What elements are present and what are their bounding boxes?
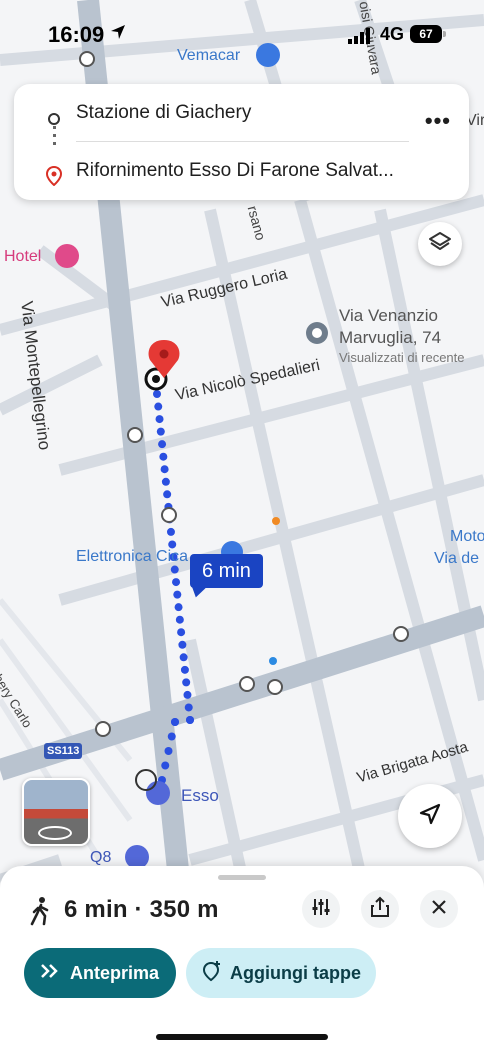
- add-stop-icon: [202, 960, 222, 987]
- route-card: Stazione di Giachery ••• Rifornimento Es…: [14, 84, 469, 249]
- route-dot: [166, 527, 175, 536]
- route-dot: [158, 440, 167, 449]
- route-dot: [170, 565, 179, 574]
- preview-label: Anteprima: [70, 962, 160, 983]
- destination-text[interactable]: Rifornimento Esso Di Farone Salvat...: [76, 160, 411, 182]
- route-dot: [161, 477, 170, 486]
- street-view-rotate-icon: [38, 826, 72, 840]
- route-dot: [173, 590, 182, 599]
- battery-level: 67: [419, 27, 433, 41]
- network-type: 4G: [380, 24, 405, 44]
- route-dot: [184, 703, 193, 712]
- road-shield-ss113: SS113: [47, 745, 80, 757]
- route-dot: [172, 578, 181, 587]
- battery-indicator: 67: [410, 25, 446, 43]
- place-label-esso[interactable]: Esso: [181, 786, 219, 806]
- route-dot: [167, 732, 176, 741]
- route-dot: [171, 718, 179, 726]
- fast-forward-icon: [40, 963, 60, 984]
- route-dot: [153, 390, 161, 398]
- route-dot: [177, 628, 186, 637]
- origin-text[interactable]: Stazione di Giachery: [76, 102, 411, 124]
- signal-icon: [348, 28, 374, 49]
- street-view-thumbnail[interactable]: [22, 778, 90, 846]
- share-button[interactable]: [361, 890, 399, 928]
- route-connector: [53, 126, 56, 150]
- place-label-q8[interactable]: Q8: [90, 849, 111, 867]
- place-label-elettronica[interactable]: Elettronica Cica: [76, 548, 188, 566]
- saved-place-title-2[interactable]: Marvuglia, 74: [339, 328, 441, 348]
- preview-button[interactable]: Anteprima: [24, 948, 176, 998]
- route-dot: [161, 761, 170, 770]
- route-divider: [76, 141, 409, 142]
- route-dot: [164, 747, 173, 755]
- route-dot: [186, 716, 194, 724]
- close-button[interactable]: [420, 890, 458, 928]
- filters-button[interactable]: [302, 890, 340, 928]
- add-stops-button[interactable]: Aggiungi tappe: [186, 948, 376, 998]
- location-arrow-icon: [110, 24, 126, 45]
- route-dot: [179, 653, 188, 662]
- home-indicator: [156, 1034, 328, 1040]
- recenter-button[interactable]: [398, 784, 462, 848]
- walk-icon: [28, 896, 54, 931]
- layers-button[interactable]: [418, 222, 462, 266]
- sheet-drag-handle[interactable]: [218, 875, 266, 880]
- route-dot: [160, 465, 169, 474]
- route-dot: [159, 452, 168, 461]
- route-dot: [174, 603, 183, 612]
- route-dot: [155, 415, 164, 424]
- route-dot: [178, 640, 187, 649]
- saved-place-subtitle: Visualizzati di recente: [339, 350, 465, 365]
- status-bar: 16:09 4G 67: [0, 0, 484, 70]
- saved-place-title-1[interactable]: Via Venanzio: [339, 306, 438, 326]
- eta-bubble[interactable]: 6 min: [190, 554, 263, 588]
- place-label-moto: Moto: [450, 528, 484, 545]
- origin-row[interactable]: Stazione di Giachery •••: [14, 94, 469, 134]
- bottom-sheet: 6 min · 350 m Anteprima Aggiungi tappe: [0, 866, 484, 1050]
- filters-icon: [311, 897, 331, 922]
- route-dot: [163, 490, 172, 499]
- route-dot: [154, 402, 163, 411]
- pin-icon: [45, 165, 63, 191]
- compass-icon: [417, 801, 443, 832]
- add-stops-label: Aggiungi tappe: [230, 962, 361, 983]
- status-time: 16:09: [48, 22, 105, 47]
- trip-summary: 6 min · 350 m: [64, 896, 219, 923]
- route-dot: [183, 690, 192, 699]
- battery-cap: [443, 31, 446, 37]
- place-label-via-de: Via de: [434, 550, 480, 567]
- place-label-hotel[interactable]: Hotel: [4, 248, 41, 266]
- route-dot: [182, 678, 191, 687]
- share-icon: [370, 896, 390, 923]
- route-dot: [180, 665, 189, 674]
- layers-icon: [428, 230, 452, 259]
- more-options-button[interactable]: •••: [425, 108, 451, 134]
- destination-row[interactable]: Rifornimento Esso Di Farone Salvat...: [14, 152, 469, 249]
- route-dot: [156, 427, 165, 436]
- close-icon: [431, 899, 447, 920]
- route-dot: [175, 615, 184, 624]
- origin-circle-icon: [48, 113, 60, 125]
